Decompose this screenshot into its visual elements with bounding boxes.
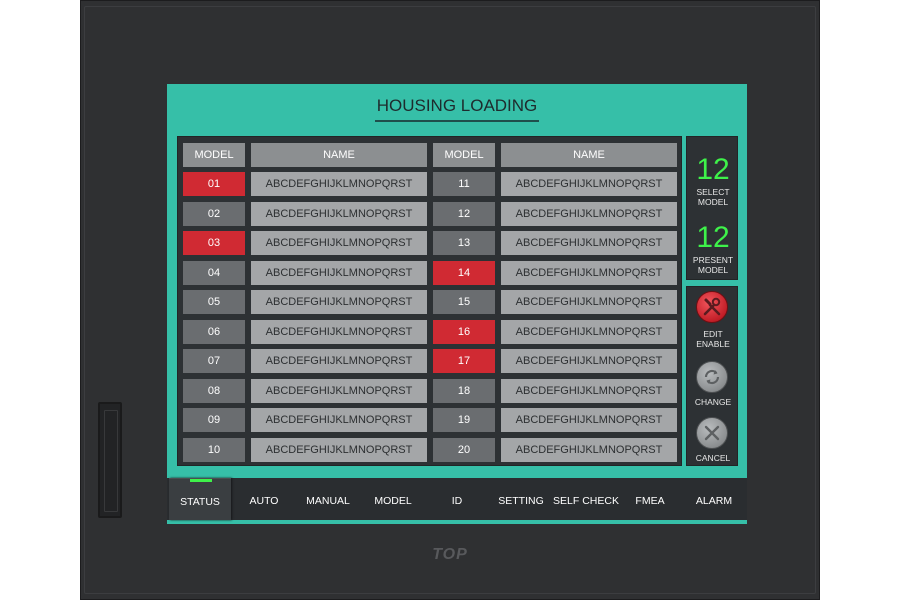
name-cell[interactable]: ABCDEFGHIJKLMNOPQRST bbox=[501, 349, 677, 373]
model-cell[interactable]: 17 bbox=[433, 349, 495, 373]
left-name-header: NAME bbox=[251, 143, 427, 167]
edit-enable-button[interactable] bbox=[696, 291, 728, 323]
tab-auto[interactable]: AUTO bbox=[233, 478, 295, 520]
select-model-label: SELECT bbox=[696, 187, 730, 197]
usb-slot bbox=[98, 402, 122, 518]
name-cell[interactable]: ABCDEFGHIJKLMNOPQRST bbox=[251, 290, 427, 314]
name-cell[interactable]: ABCDEFGHIJKLMNOPQRST bbox=[501, 202, 677, 226]
model-cell[interactable]: 15 bbox=[433, 290, 495, 314]
name-cell[interactable]: ABCDEFGHIJKLMNOPQRST bbox=[501, 261, 677, 285]
tab-label: MANUAL bbox=[306, 495, 350, 507]
model-cell[interactable]: 05 bbox=[183, 290, 245, 314]
page-title: HOUSING LOADING bbox=[376, 96, 538, 115]
refresh-icon bbox=[704, 369, 720, 385]
tab-setting[interactable]: SETTING bbox=[489, 478, 553, 520]
tab-label: SELF CHECK bbox=[553, 495, 619, 507]
model-cell[interactable]: 09 bbox=[183, 408, 245, 432]
right-name-header: NAME bbox=[501, 143, 677, 167]
name-cell[interactable]: ABCDEFGHIJKLMNOPQRST bbox=[501, 379, 677, 403]
tab-manual[interactable]: MANUAL bbox=[297, 478, 359, 520]
right-model-header: MODEL bbox=[433, 143, 495, 167]
name-cell[interactable]: ABCDEFGHIJKLMNOPQRST bbox=[501, 172, 677, 196]
left-model-header: MODEL bbox=[183, 143, 245, 167]
brand-logo: TOP bbox=[432, 546, 468, 563]
model-cell[interactable]: 04 bbox=[183, 261, 245, 285]
tools-icon bbox=[703, 297, 721, 316]
name-cell[interactable]: ABCDEFGHIJKLMNOPQRST bbox=[501, 438, 677, 462]
model-cell[interactable]: 19 bbox=[433, 408, 495, 432]
name-cell[interactable]: ABCDEFGHIJKLMNOPQRST bbox=[251, 172, 427, 196]
present-model-label: PRESENT bbox=[692, 255, 734, 265]
name-cell[interactable]: ABCDEFGHIJKLMNOPQRST bbox=[501, 320, 677, 344]
tab-label: MODEL bbox=[374, 495, 412, 507]
edit-enable-label-2: ENABLE bbox=[696, 339, 730, 349]
name-cell[interactable]: ABCDEFGHIJKLMNOPQRST bbox=[251, 349, 427, 373]
model-cell[interactable]: 07 bbox=[183, 349, 245, 373]
name-cell[interactable]: ABCDEFGHIJKLMNOPQRST bbox=[251, 438, 427, 462]
model-cell[interactable]: 08 bbox=[183, 379, 245, 403]
tab-self-check[interactable]: SELF CHECK bbox=[553, 478, 619, 520]
name-cell[interactable]: ABCDEFGHIJKLMNOPQRST bbox=[501, 408, 677, 432]
name-cell[interactable]: ABCDEFGHIJKLMNOPQRST bbox=[501, 290, 677, 314]
tab-label: ALARM bbox=[695, 495, 733, 507]
select-model-label-2: MODEL bbox=[697, 197, 729, 207]
tab-fmea[interactable]: FMEA bbox=[619, 478, 681, 520]
model-cell[interactable]: 11 bbox=[433, 172, 495, 196]
model-cell[interactable]: 12 bbox=[433, 202, 495, 226]
tab-label: SETTING bbox=[498, 495, 544, 507]
action-panel: EDIT ENABLE CHANGE CANCEL bbox=[686, 286, 738, 466]
change-label: CHANGE bbox=[694, 397, 732, 407]
close-icon bbox=[704, 425, 720, 441]
tab-label: FMEA bbox=[635, 495, 665, 507]
model-cell[interactable]: 18 bbox=[433, 379, 495, 403]
model-status-panel: 12 SELECT MODEL 12 PRESENT MODEL bbox=[686, 136, 738, 280]
name-cell[interactable]: ABCDEFGHIJKLMNOPQRST bbox=[251, 202, 427, 226]
select-model-value: 12 bbox=[696, 153, 730, 186]
model-cell[interactable]: 06 bbox=[183, 320, 245, 344]
name-cell[interactable]: ABCDEFGHIJKLMNOPQRST bbox=[251, 231, 427, 255]
tab-id[interactable]: ID bbox=[425, 478, 489, 520]
hmi-screen: HOUSING LOADING MODEL NAME MODEL NAME 01… bbox=[167, 84, 747, 524]
tab-model[interactable]: MODEL bbox=[361, 478, 425, 520]
tab-label: AUTO bbox=[249, 495, 279, 507]
title-underline bbox=[375, 120, 539, 122]
tab-status[interactable]: STATUS bbox=[169, 478, 231, 520]
change-button[interactable] bbox=[696, 361, 728, 393]
model-cell[interactable]: 13 bbox=[433, 231, 495, 255]
name-cell[interactable]: ABCDEFGHIJKLMNOPQRST bbox=[251, 320, 427, 344]
edit-enable-label: EDIT bbox=[703, 329, 723, 339]
model-cell[interactable]: 20 bbox=[433, 438, 495, 462]
model-cell[interactable]: 14 bbox=[433, 261, 495, 285]
name-cell[interactable]: ABCDEFGHIJKLMNOPQRST bbox=[501, 231, 677, 255]
model-cell[interactable]: 03 bbox=[183, 231, 245, 255]
cancel-label: CANCEL bbox=[695, 453, 731, 463]
active-indicator bbox=[190, 479, 212, 482]
model-table: MODEL NAME MODEL NAME 01 ABCDEFGHIJKLMNOP… bbox=[177, 136, 682, 466]
name-cell[interactable]: ABCDEFGHIJKLMNOPQRST bbox=[251, 261, 427, 285]
tab-label: ID bbox=[451, 495, 463, 507]
name-cell[interactable]: ABCDEFGHIJKLMNOPQRST bbox=[251, 379, 427, 403]
present-model-label-2: MODEL bbox=[697, 265, 729, 275]
model-cell[interactable]: 01 bbox=[183, 172, 245, 196]
tab-alarm[interactable]: ALARM bbox=[681, 478, 747, 520]
tab-label: STATUS bbox=[180, 496, 220, 508]
model-cell[interactable]: 16 bbox=[433, 320, 495, 344]
model-cell[interactable]: 02 bbox=[183, 202, 245, 226]
present-model-value: 12 bbox=[696, 221, 730, 254]
name-cell[interactable]: ABCDEFGHIJKLMNOPQRST bbox=[251, 408, 427, 432]
bottom-tab-bar: STATUS AUTO MANUAL MODEL ID SETTING SELF… bbox=[167, 478, 747, 520]
cancel-button[interactable] bbox=[696, 417, 728, 449]
model-cell[interactable]: 10 bbox=[183, 438, 245, 462]
